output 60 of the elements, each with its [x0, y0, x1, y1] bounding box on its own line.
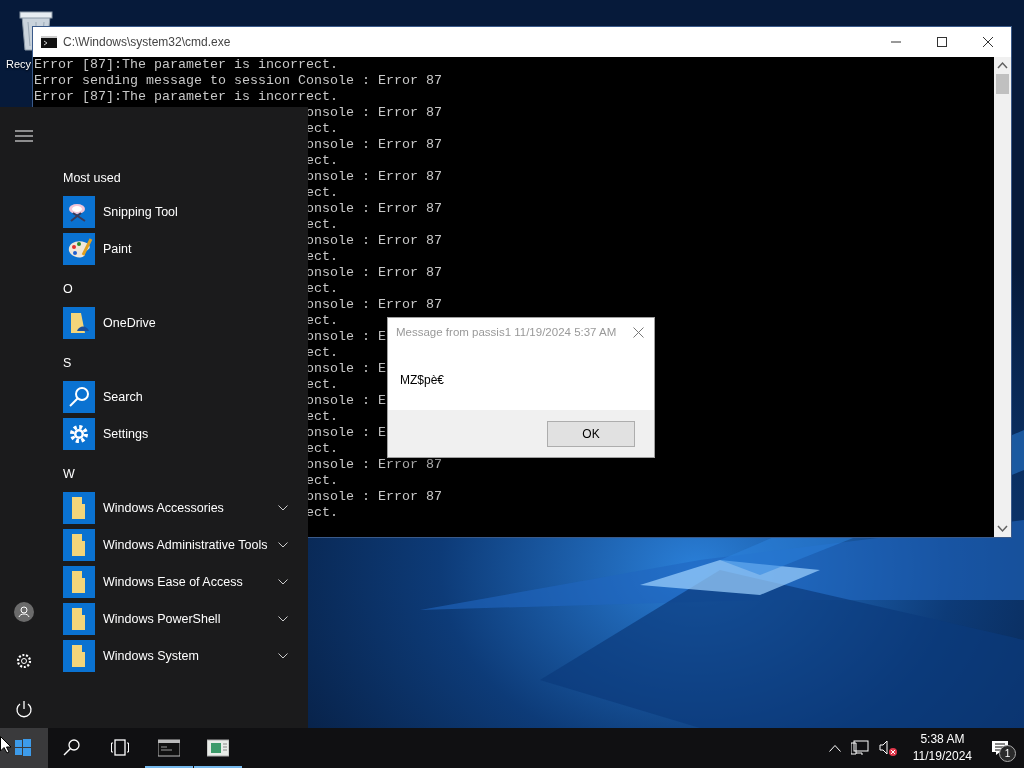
console-line: onsole : Error 87 — [305, 105, 442, 121]
app-list-item[interactable]: Paint — [63, 231, 290, 267]
app-list-item[interactable]: OneDrive — [63, 305, 290, 341]
console-line: onsole : E — [305, 329, 386, 345]
console-line: onsole : Error 87 — [305, 233, 442, 249]
console-line: onsole : Error 87 — [305, 489, 442, 505]
search-icon[interactable] — [63, 739, 81, 757]
ok-button[interactable]: OK — [547, 420, 635, 447]
task-view-icon[interactable] — [111, 739, 129, 757]
app-list-item[interactable]: Snipping Tool — [63, 194, 290, 230]
network-icon[interactable] — [850, 740, 869, 756]
window-title: C:\Windows\system32\cmd.exe — [63, 35, 231, 49]
clock[interactable]: 5:38 AM 11/19/2024 — [912, 731, 972, 765]
console-line: onsole : Error 87 — [305, 265, 442, 281]
scrollbar-thumb[interactable] — [996, 74, 1009, 94]
console-icon — [41, 36, 57, 48]
console-line: onsole : Error 87 — [305, 169, 442, 185]
section-heading: S — [63, 355, 73, 372]
notification-count: 1 — [999, 745, 1016, 762]
console-line: Error sending message to session Console : Error 87 — [34, 73, 442, 89]
app-list-item[interactable]: Windows Administrative Tools — [63, 527, 290, 563]
app-list-item[interactable]: Windows System — [63, 638, 290, 674]
volume-icon[interactable] — [878, 740, 899, 756]
chevron-down-icon[interactable] — [278, 505, 288, 511]
app-list-item[interactable]: Settings — [63, 416, 290, 452]
console-line: onsole : E — [305, 425, 386, 441]
console-line: onsole : E — [305, 361, 386, 377]
windows-logo-icon[interactable] — [15, 739, 33, 757]
mouse-cursor-icon — [0, 736, 12, 754]
close-icon[interactable] — [983, 37, 993, 47]
app-list-item[interactable]: Windows Ease of Access — [63, 564, 290, 600]
console-line: Error [87]:The parameter is incorrect. — [34, 57, 338, 73]
power-icon[interactable] — [15, 700, 33, 718]
settings-icon[interactable] — [15, 652, 33, 670]
console-window-icon[interactable] — [158, 739, 180, 757]
console-line: onsole : E — [305, 393, 386, 409]
console-line: onsole : Error 87 — [305, 137, 442, 153]
app-list-item[interactable]: Windows Accessories — [63, 490, 290, 526]
section-heading: O — [63, 281, 74, 298]
chevron-down-icon[interactable] — [278, 542, 288, 548]
chevron-up-icon[interactable] — [828, 744, 841, 752]
console-line: onsole : Error 87 — [305, 201, 442, 217]
section-heading: W — [63, 466, 76, 483]
console-line: onsole : Error 87 — [305, 297, 442, 313]
icon-label[interactable]: Recy — [6, 58, 32, 70]
app-list-item[interactable]: Search — [63, 379, 290, 415]
app-window-icon[interactable] — [207, 739, 229, 757]
section-heading: Most used — [63, 170, 122, 187]
scrollbar[interactable] — [994, 57, 1011, 537]
maximize-icon[interactable] — [937, 37, 947, 47]
dialog-title: Message from passis1 11/19/2024 5:37 AM — [396, 326, 617, 338]
app-list-item[interactable]: Windows PowerShell — [63, 601, 290, 637]
chevron-down-icon[interactable] — [278, 579, 288, 585]
console-line: Error [87]:The parameter is incorrect. — [34, 89, 338, 105]
user-avatar-icon[interactable] — [14, 602, 34, 622]
menu-icon[interactable] — [15, 130, 33, 142]
console-line: onsole : Error 87 — [305, 457, 442, 473]
chevron-down-icon[interactable] — [278, 653, 288, 659]
dialog-message: MZ$pè€ — [400, 373, 445, 387]
chevron-down-icon[interactable] — [278, 616, 288, 622]
